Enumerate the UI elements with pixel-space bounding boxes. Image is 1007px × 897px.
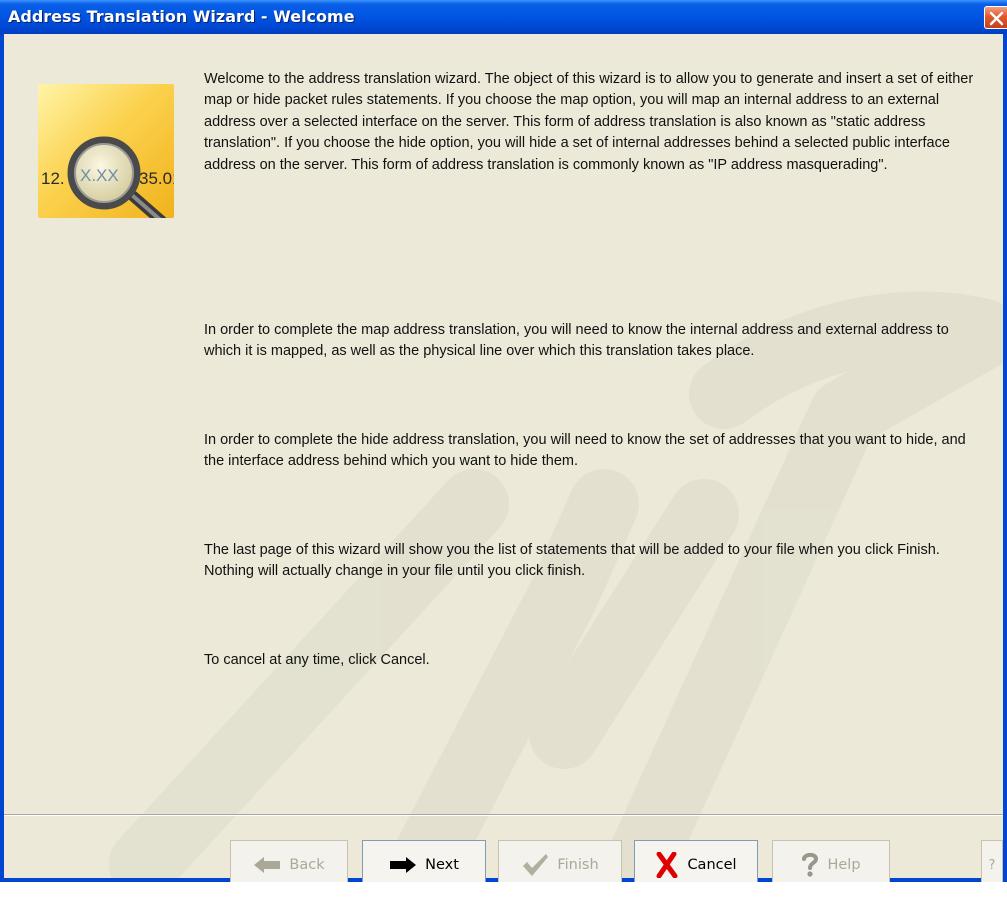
wizard-content: 12. 35.01 X.XX Welcome to the address tr… (4, 34, 1003, 882)
help-button[interactable]: Help (772, 840, 890, 882)
next-arrow-icon (389, 856, 417, 874)
cancel-label: Cancel (687, 857, 737, 873)
back-button[interactable]: Back (230, 840, 348, 882)
cancel-button[interactable]: Cancel (634, 840, 758, 882)
wizard-window: Address Translation Wizard - Welcome 12.… (0, 0, 1007, 882)
last-page-paragraph: The last page of this wizard will show y… (204, 542, 940, 580)
next-label: Next (425, 857, 459, 873)
finish-button[interactable]: Finish (498, 840, 622, 882)
checkmark-icon (521, 853, 549, 877)
close-icon (989, 11, 1004, 26)
button-divider (4, 814, 1003, 816)
wizard-image: 12. 35.01 X.XX (38, 84, 174, 218)
next-button[interactable]: Next (362, 840, 486, 882)
question-mark-icon (801, 852, 819, 878)
intro-paragraph: Welcome to the address translation wizar… (204, 71, 974, 173)
context-help-label: ? (988, 857, 996, 873)
window-title: Address Translation Wizard - Welcome (8, 7, 355, 26)
red-x-icon (655, 852, 679, 878)
magnifying-glass-icon: 12. 35.01 X.XX (41, 136, 174, 218)
finish-label: Finish (557, 857, 599, 873)
window-frame-right (1003, 34, 1007, 882)
title-bar[interactable]: Address Translation Wizard - Welcome (0, 0, 1007, 34)
map-paragraph: In order to complete the map address tra… (204, 322, 949, 360)
image-text-magnified: X.XX (80, 166, 119, 185)
image-text-right: 35.01 (139, 169, 174, 188)
close-button[interactable] (984, 6, 1007, 29)
cancel-paragraph: To cancel at any time, click Cancel. (204, 652, 430, 668)
hide-paragraph: In order to complete the hide address tr… (204, 432, 966, 470)
help-label: Help (827, 857, 861, 873)
back-arrow-icon (253, 856, 281, 874)
image-text-left: 12. (41, 169, 65, 188)
back-label: Back (289, 857, 325, 873)
context-help-button[interactable]: ? (981, 840, 1003, 882)
